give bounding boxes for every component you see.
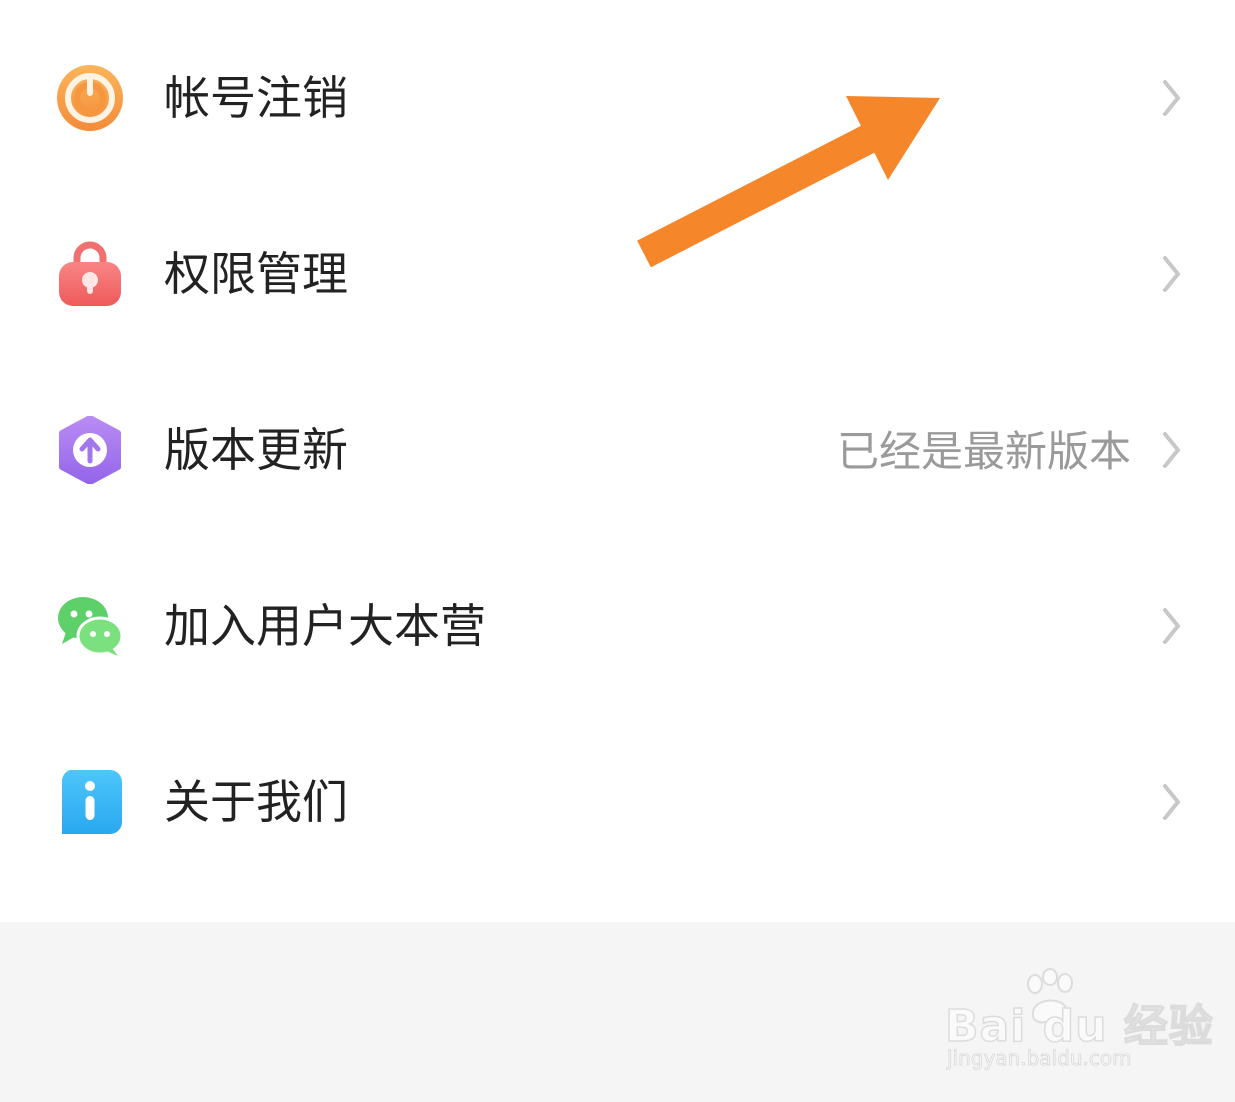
settings-list: 帐号注销 权限管理 版本更新 已经是最新版本 加入用户大本营 关于我们 [0,0,1235,922]
settings-item-label: 权限管理 [164,247,348,301]
wechat-icon [56,592,124,660]
lock-icon [56,240,124,308]
version-status-text: 已经是最新版本 [836,427,1131,476]
chevron-right-icon [1159,782,1183,822]
settings-item-label: 版本更新 [164,423,348,477]
watermark: Bai du 经验 jingyan.baidu.com [944,968,1214,1078]
chevron-right-icon [1159,606,1183,646]
watermark-url: jingyan.baidu.com [947,1046,1132,1071]
info-icon [56,768,124,836]
settings-item-join-community[interactable]: 加入用户大本营 [0,538,1235,714]
settings-item-version-update[interactable]: 版本更新 已经是最新版本 [0,362,1235,538]
chevron-right-icon [1159,430,1183,470]
chevron-right-icon [1159,254,1183,294]
settings-item-label: 帐号注销 [164,71,348,125]
settings-item-account-cancel[interactable]: 帐号注销 [0,10,1235,186]
settings-item-permissions[interactable]: 权限管理 [0,186,1235,362]
power-icon [56,64,124,132]
settings-item-about-us[interactable]: 关于我们 [0,714,1235,890]
upload-arrow-icon [56,416,124,484]
settings-item-label: 关于我们 [164,775,348,829]
chevron-right-icon [1159,78,1183,118]
settings-item-label: 加入用户大本营 [164,599,486,653]
watermark-brand: Bai du 经验 [944,1000,1214,1053]
